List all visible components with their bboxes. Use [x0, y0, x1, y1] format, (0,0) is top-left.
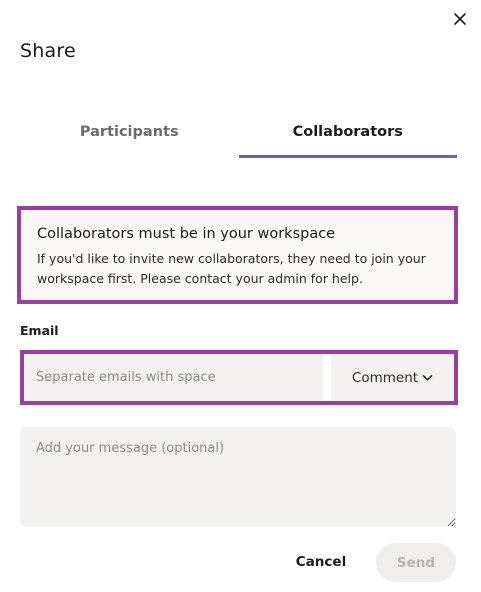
email-input[interactable] [24, 354, 323, 401]
email-label: Email [20, 323, 59, 338]
permission-dropdown[interactable]: Comment [331, 354, 454, 401]
dialog-title: Share [20, 40, 76, 62]
tab-collaborators[interactable]: Collaborators [238, 118, 458, 158]
cancel-button[interactable]: Cancel [288, 543, 354, 581]
email-row: Comment [20, 350, 458, 405]
close-icon [454, 13, 466, 25]
chevron-down-icon [422, 374, 433, 382]
share-dialog: Share Participants Collaborators Collabo… [0, 0, 481, 592]
permission-value: Comment [351, 369, 419, 386]
send-button[interactable]: Send [376, 543, 456, 582]
message-input[interactable] [20, 427, 456, 527]
notice-body: If you'd like to invite new collaborator… [37, 251, 426, 286]
notice-title: Collaborators must be in your workspace [37, 226, 336, 242]
tab-participants[interactable]: Participants [20, 118, 239, 158]
share-tabs: Participants Collaborators [20, 118, 457, 158]
close-button[interactable] [449, 8, 471, 30]
workspace-notice: Collaborators must be in your workspace … [17, 206, 458, 304]
